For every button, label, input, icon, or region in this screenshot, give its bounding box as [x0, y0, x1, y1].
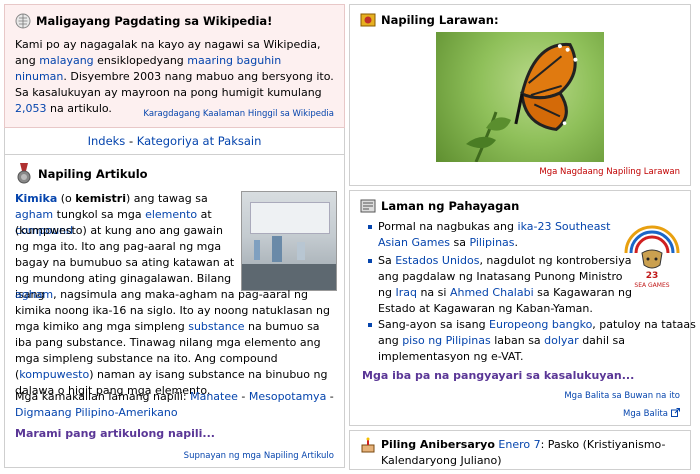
link-mesopotamya[interactable]: Mesopotamya	[249, 390, 326, 403]
more-news-link[interactable]: Mga iba pa na pangyayari sa kasalukuyan.…	[362, 369, 634, 382]
more-articles-link[interactable]: Marami pang artikulong napili...	[15, 427, 215, 440]
featured-article-title: Napiling Artikulo	[38, 167, 148, 181]
medal-icon	[15, 163, 33, 185]
newspaper-icon	[360, 198, 376, 214]
news-item: Sang-ayon sa isang Europeong bangko, pat…	[368, 317, 698, 365]
link-iraq[interactable]: Iraq	[395, 286, 417, 299]
featured-article-box: Napiling Artikulo Kimika (o kemistri) an…	[4, 154, 345, 468]
featured-picture-title: Napiling Larawan:	[381, 13, 499, 27]
link-pilipinas[interactable]: Pilipinas	[469, 236, 514, 249]
link-europeong-bangko[interactable]: Europeong bangko	[489, 318, 592, 331]
anniversary-header: Piling Anibersaryo Enero 7: Pasko (Krist…	[360, 437, 686, 469]
link-kimika[interactable]: Kimika	[15, 192, 57, 205]
news-header: Laman ng Pahayagan	[360, 198, 519, 214]
logo-caption: SEA GAMES	[634, 282, 669, 289]
news-link[interactable]: Mga Balita	[623, 409, 668, 419]
past-pictures-link[interactable]: Mga Nagdaang Napiling Larawan	[539, 167, 680, 177]
recent-picks: Mga kamakailan lamang napili: Manatee - …	[15, 390, 334, 419]
anniversary-title: Piling Anibersaryo	[381, 438, 495, 451]
link-malayang[interactable]: malayang	[39, 54, 93, 67]
picture-frame-icon	[360, 12, 376, 28]
news-item: Sa Estados Unidos, nagdulot ng kontrober…	[368, 253, 636, 317]
welcome-title: Maligayang Pagdating sa Wikipedia!	[36, 14, 273, 28]
butterfly-image[interactable]	[436, 32, 604, 162]
welcome-box: Maligayang Pagdating sa Wikipedia! Kami …	[4, 4, 345, 128]
news-list-2: Sang-ayon sa isang Europeong bangko, pat…	[362, 317, 698, 367]
link-ahmed-chalabi[interactable]: Ahmed Chalabi	[450, 286, 534, 299]
link-estados-unidos[interactable]: Estados Unidos	[395, 254, 479, 267]
link-agham[interactable]: agham	[15, 208, 53, 221]
link-piso[interactable]: piso ng Pilipinas	[402, 334, 491, 347]
news-item: Pormal na nagbukas ang ika-23 Southeast …	[368, 219, 636, 251]
link-elemento[interactable]: elemento	[145, 208, 197, 221]
featured-article-footer-link[interactable]: Supnayan ng mga Napiling Artikulo	[184, 451, 334, 461]
news-footer-2: Mga Balita	[623, 407, 680, 420]
featured-article-header: Napiling Artikulo	[15, 163, 148, 185]
link-manatee[interactable]: Manatee	[190, 390, 238, 403]
featured-picture-header: Napiling Larawan:	[360, 12, 499, 28]
link-article-count[interactable]: 2,053	[15, 102, 47, 115]
link-kompuwesto[interactable]: kompuwesto	[19, 368, 89, 381]
featured-article-text-3: agham, nagsimula ang maka-agham na pag-a…	[15, 288, 330, 397]
wikipedia-globe-icon	[15, 13, 31, 29]
welcome-header: Maligayang Pagdating sa Wikipedia!	[15, 13, 272, 29]
welcome-text: Kami po ay nagagalak na kayo ay nagawi s…	[15, 38, 334, 115]
news-list: Pormal na nagbukas ang ika-23 Southeast …	[362, 219, 636, 319]
link-digmaang[interactable]: Digmaang Pilipino-Amerikano	[15, 406, 178, 419]
category-link[interactable]: Kategoriya at Paksain	[137, 134, 262, 148]
news-box: Laman ng Pahayagan 23 SEA GAMES Pormal n…	[349, 190, 696, 426]
link-substance[interactable]: substance	[188, 320, 244, 333]
index-link[interactable]: Indeks	[88, 134, 126, 148]
link-dolyar[interactable]: dolyar	[544, 334, 579, 347]
anniversary-box: Piling Anibersaryo Enero 7: Pasko (Krist…	[349, 430, 691, 470]
anniversary-date-link[interactable]: Enero 7	[498, 438, 540, 451]
news-month-link[interactable]: Mga Balita sa Buwan na ito	[564, 391, 680, 401]
external-link-icon	[671, 407, 680, 420]
news-title: Laman ng Pahayagan	[381, 199, 520, 213]
link-agham-2[interactable]: agham	[15, 288, 53, 301]
logo-number: 23	[646, 271, 659, 281]
featured-picture-box: Napiling Larawan: Mga Nagdaang Napiling …	[349, 4, 691, 186]
welcome-footer-link[interactable]: Karagdagang Kaalaman Hinggil sa Wikipedi…	[143, 109, 334, 119]
index-bar: Indeks - Kategoriya at Paksain	[4, 128, 345, 154]
cake-icon	[360, 437, 376, 453]
